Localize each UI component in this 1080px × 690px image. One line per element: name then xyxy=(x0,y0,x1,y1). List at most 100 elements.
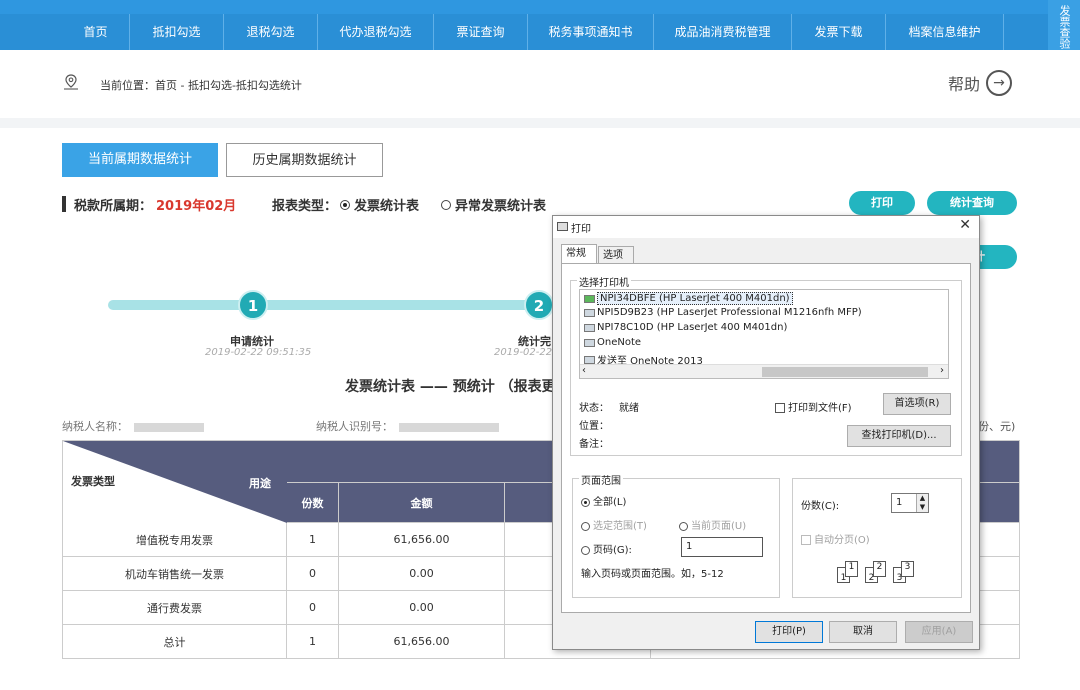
checkbox-icon xyxy=(775,403,785,413)
radio-pages-label: 页码(G): xyxy=(593,545,632,556)
stat-query-button[interactable]: 统计查询 xyxy=(927,191,1017,215)
radio-all[interactable]: 全部(L) xyxy=(581,493,626,508)
table-corner: 发票类型 用途 xyxy=(62,440,287,523)
print-to-file-label: 打印到文件(F) xyxy=(788,403,852,414)
step-2-time: 2019-02-22 xyxy=(494,347,553,358)
radio-unselected-icon xyxy=(441,199,451,210)
tab-history-period[interactable]: 历史属期数据统计 xyxy=(226,143,383,177)
dialog-print-button[interactable]: 打印(P) xyxy=(755,621,823,643)
radio-icon xyxy=(581,521,590,531)
print-to-file-checkbox[interactable]: 打印到文件(F) xyxy=(775,399,852,414)
tab-general[interactable]: 常规 xyxy=(561,244,597,264)
tab-current-period[interactable]: 当前属期数据统计 xyxy=(62,143,218,177)
cell-type: 通行费发票 xyxy=(62,590,287,625)
step-1-icon: 1 xyxy=(238,290,268,320)
radio-selection[interactable]: 选定范围(T) xyxy=(581,517,647,532)
period-info: 税款所属期： 2019年02月 xyxy=(62,194,236,214)
nav-item-invoice-download[interactable]: 发票下载 xyxy=(792,14,886,50)
general-panel: 选择打印机 NPI34DBFE (HP LaserJet 400 M401dn)… xyxy=(561,263,971,613)
copies-input[interactable]: 1 ▲ ▼ xyxy=(891,493,929,513)
status-value: 就绪 xyxy=(619,403,639,414)
location-label: 位置： xyxy=(579,421,609,432)
printer-item[interactable]: NPI34DBFE (HP LaserJet 400 M401dn) xyxy=(584,292,793,305)
breadcrumb-bar: 当前位置：首页 - 抵扣勾选-抵扣勾选统计 帮助 → xyxy=(0,50,1080,118)
nav-items: 首页 抵扣勾选 退税勾选 代办退税勾选 票证查询 税务事项通知书 成品油消费税管… xyxy=(62,14,1004,50)
col-header-count: 份数 xyxy=(286,482,339,523)
radio-icon xyxy=(679,521,688,531)
pages-input[interactable]: 1 xyxy=(681,537,763,557)
printer-icon xyxy=(584,308,595,317)
printer-item-label: NPI34DBFE (HP LaserJet 400 M401dn) xyxy=(597,292,793,305)
select-printer-label: 选择打印机 xyxy=(577,274,631,289)
collate-preview-icon: 1 1 2 2 3 3 xyxy=(837,559,917,589)
top-nav: 首页 抵扣勾选 退税勾选 代办退税勾选 票证查询 税务事项通知书 成品油消费税管… xyxy=(0,0,1080,76)
top-strip xyxy=(0,0,1080,14)
radio-current-page[interactable]: 当前页面(U) xyxy=(679,517,746,532)
printer-list-scrollbar[interactable]: ‹ › xyxy=(580,364,948,378)
find-printer-button[interactable]: 查找打印机(D)... xyxy=(847,425,951,447)
radio-abnormal-stat[interactable]: 异常发票统计表 xyxy=(441,195,546,214)
cell-amount: 0.00 xyxy=(338,556,505,591)
scroll-thumb[interactable] xyxy=(762,367,928,377)
nav-item-ticket-query[interactable]: 票证查询 xyxy=(434,14,528,50)
tab-options[interactable]: 选项 xyxy=(598,246,634,264)
cell-amount: 61,656.00 xyxy=(338,522,505,557)
corner-left-label: 发票类型 xyxy=(71,475,115,488)
copies-spinner[interactable]: ▲ ▼ xyxy=(916,494,928,512)
collate-page: 2 xyxy=(873,561,886,577)
dialog-apply-button[interactable]: 应用(A) xyxy=(905,621,973,643)
nav-item-fuel-tax[interactable]: 成品油消费税管理 xyxy=(654,14,792,50)
cell-type: 总计 xyxy=(62,624,287,659)
printer-list[interactable]: NPI34DBFE (HP LaserJet 400 M401dn) NPI5D… xyxy=(579,289,949,379)
radio-invoice-stat-label: 发票统计表 xyxy=(354,199,420,214)
nav-item-agent-refund[interactable]: 代办退税勾选 xyxy=(318,14,434,50)
printer-icon xyxy=(584,338,595,347)
scroll-right-icon[interactable]: › xyxy=(940,365,944,376)
nav-item-tax-notice[interactable]: 税务事项通知书 xyxy=(528,14,654,50)
printer-icon xyxy=(557,222,568,231)
nav-item-deduct[interactable]: 抵扣勾选 xyxy=(130,14,224,50)
collate-checkbox[interactable]: 自动分页(O) xyxy=(801,531,870,546)
sheet-title: 发票统计表 —— 预统计 （报表更新 xyxy=(345,379,570,395)
printer-item[interactable]: NPI78C10D (HP LaserJet 400 M401dn) xyxy=(584,322,787,333)
nav-item-archive[interactable]: 档案信息维护 xyxy=(886,14,1004,50)
printer-item-label: NPI78C10D (HP LaserJet 400 M401dn) xyxy=(597,322,788,333)
copies-label: 份数(C): xyxy=(801,501,840,512)
radio-abnormal-stat-label: 异常发票统计表 xyxy=(455,199,547,214)
radio-icon xyxy=(581,545,590,555)
radio-all-label: 全部(L) xyxy=(593,497,627,508)
radio-selected-icon xyxy=(581,497,590,507)
cell-type: 增值税专用发票 xyxy=(62,522,287,557)
location-icon xyxy=(64,74,78,90)
printer-icon xyxy=(584,355,595,364)
comment-label: 备注： xyxy=(579,439,609,450)
radio-selected-icon xyxy=(340,199,350,210)
printer-item[interactable]: OneNote xyxy=(584,337,641,348)
radio-invoice-stat[interactable]: 发票统计表 xyxy=(340,195,419,214)
collate-page: 1 xyxy=(845,561,858,577)
radio-pages[interactable]: 页码(G): xyxy=(581,541,632,556)
copies-value: 1 xyxy=(896,497,903,508)
nav-item-refund[interactable]: 退税勾选 xyxy=(224,14,318,50)
dialog-titlebar[interactable]: 打印 ✕ xyxy=(553,216,979,238)
cell-type: 机动车销售统一发票 xyxy=(62,556,287,591)
print-button[interactable]: 打印 xyxy=(849,191,915,215)
nav-item-home[interactable]: 首页 xyxy=(62,14,130,50)
scroll-left-icon[interactable]: ‹ xyxy=(582,365,586,376)
close-icon[interactable]: ✕ xyxy=(959,217,971,233)
taxpayer-id-label: 纳税人识别号： xyxy=(316,420,393,433)
breadcrumb: 当前位置：首页 - 抵扣勾选-抵扣勾选统计 xyxy=(100,79,302,92)
collate-label: 自动分页(O) xyxy=(814,535,870,546)
preferences-button[interactable]: 首选项(R) xyxy=(883,393,951,415)
dialog-cancel-button[interactable]: 取消 xyxy=(829,621,897,643)
cell-count: 1 xyxy=(286,624,339,659)
dialog-title: 打印 xyxy=(571,224,591,235)
cell-amount: 61,656.00 xyxy=(338,624,505,659)
cell-count: 1 xyxy=(286,522,339,557)
printer-item-label: NPI5D9B23 (HP LaserJet Professional M121… xyxy=(597,307,862,318)
checkbox-icon xyxy=(801,535,811,545)
print-dialog: 打印 ✕ 常规 选项 选择打印机 NPI34DBFE (HP LaserJet … xyxy=(552,215,980,650)
printer-item[interactable]: NPI5D9B23 (HP LaserJet Professional M121… xyxy=(584,307,862,318)
help-link[interactable]: 帮助 → xyxy=(948,70,1013,96)
corner-right-label: 用途 xyxy=(249,477,271,490)
